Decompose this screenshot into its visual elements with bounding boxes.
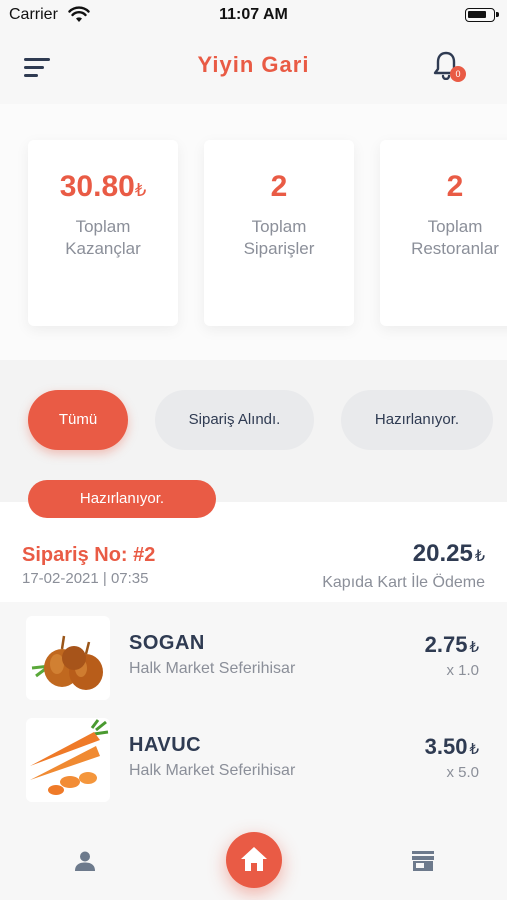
order-number: Sipariş No: #2 [22, 544, 156, 566]
stat-card-restaurants[interactable]: 2 Toplam Restoranlar [380, 140, 507, 326]
stat-value-earnings: 30.80₺ [28, 170, 178, 204]
profile-tab[interactable] [74, 850, 96, 877]
order-status-badge: Hazırlanıyor. [28, 480, 216, 518]
item-quantity: x 5.0 [446, 764, 479, 781]
store-tab[interactable] [411, 850, 435, 877]
payment-method: Kapıda Kart İle Ödeme [322, 574, 485, 591]
stat-card-orders[interactable]: 2 Toplam Siparişler [204, 140, 354, 326]
filter-order-received[interactable]: Sipariş Alındı. [155, 390, 314, 450]
filter-preparing[interactable]: Hazırlanıyor. [341, 390, 493, 450]
battery-icon [465, 8, 499, 22]
filter-all[interactable]: Tümü [28, 390, 128, 450]
home-icon [241, 847, 267, 871]
profile-icon [75, 851, 95, 871]
currency-symbol: ₺ [469, 639, 479, 656]
item-price-amount: 2.75 [424, 632, 468, 657]
item-quantity: x 1.0 [446, 662, 479, 679]
notification-badge: 0 [450, 66, 466, 82]
home-tab[interactable] [226, 832, 282, 888]
clock: 11:07 AM [219, 6, 288, 23]
list-item[interactable]: SOGAN Halk Market Seferihisar 2.75 ₺ x 1.… [0, 612, 507, 712]
stat-label-earnings: Toplam Kazançlar [65, 217, 141, 258]
stats-section: 30.80₺ Toplam Kazançlar 2 Toplam Sipariş… [0, 104, 507, 360]
order-date: 17-02-2021 | 07:35 [22, 570, 149, 587]
item-store: Halk Market Seferihisar [129, 660, 296, 677]
notification-button[interactable]: 0 [432, 50, 466, 84]
order-total-amount: 20.25 [412, 540, 473, 567]
item-price: 2.75 ₺ [425, 632, 479, 658]
currency-symbol: ₺ [474, 548, 485, 565]
item-store: Halk Market Seferihisar [129, 762, 296, 779]
item-name: HAVUC [129, 734, 202, 756]
order-total: 20.25 ₺ [413, 540, 485, 568]
stat-value-orders: 2 [270, 170, 288, 203]
stat-label-orders: Toplam Siparişler [243, 217, 315, 258]
bottom-tab-bar [0, 822, 507, 900]
currency-symbol: ₺ [469, 741, 479, 758]
carrot-image [26, 718, 110, 802]
order-card[interactable]: Hazırlanıyor. Sipariş No: #2 17-02-2021 … [0, 480, 507, 602]
list-item[interactable]: HAVUC Halk Market Seferihisar 3.50 ₺ x 5.… [0, 714, 507, 814]
earnings-amount: 30.80 [59, 170, 135, 203]
store-icon [412, 851, 434, 871]
item-price: 3.50 ₺ [425, 734, 479, 760]
order-items: SOGAN Halk Market Seferihisar 2.75 ₺ x 1.… [0, 602, 507, 822]
item-price-amount: 3.50 [424, 734, 468, 759]
onion-image [26, 616, 110, 700]
app-title: Yiyin Gari [197, 52, 310, 77]
currency-symbol: ₺ [134, 180, 147, 200]
stat-label-restaurants: Toplam Restoranlar [411, 217, 499, 258]
item-name: SOGAN [129, 632, 205, 654]
stat-card-earnings[interactable]: 30.80₺ Toplam Kazançlar [28, 140, 178, 326]
status-bar: Carrier 11:07 AM [0, 0, 507, 34]
app-header: Yiyin Gari 0 [0, 34, 507, 104]
stat-value-restaurants: 2 [446, 170, 464, 203]
